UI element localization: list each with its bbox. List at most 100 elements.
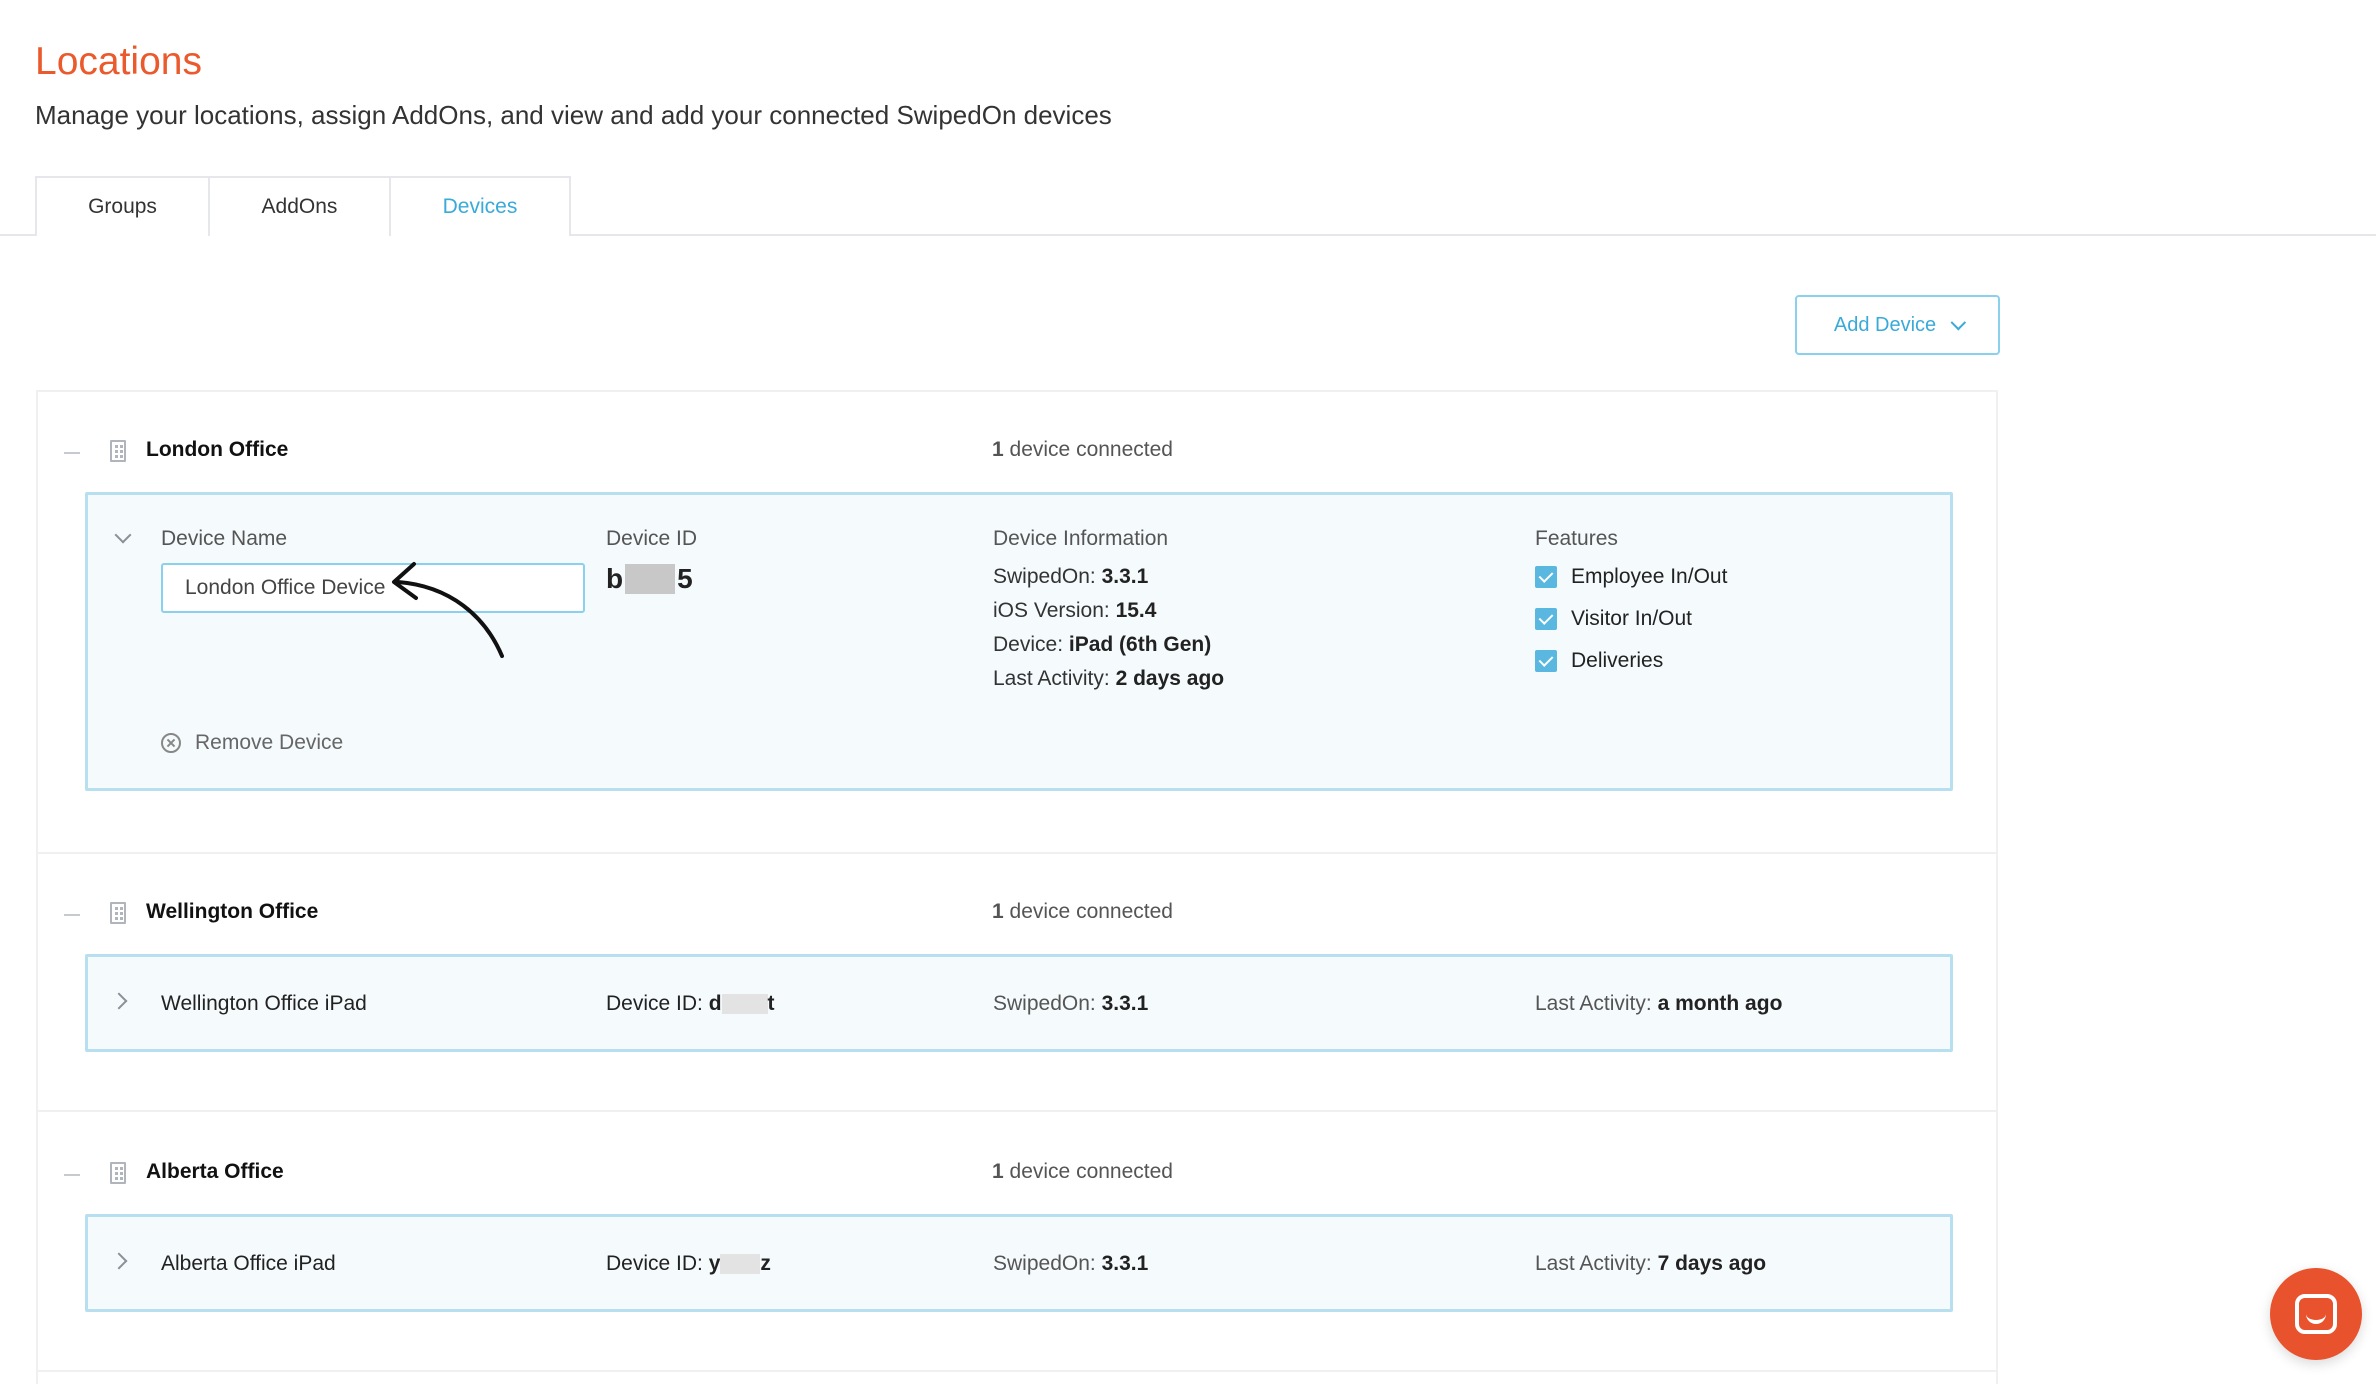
info-swipedon: SwipedOn: 3.3.1 [993, 565, 1148, 589]
info-value: iPad (6th Gen) [1068, 633, 1212, 656]
info-label: Device: [993, 633, 1064, 656]
device-id-label: Device ID: [606, 1252, 703, 1275]
device-count: 1 device connected [992, 1160, 1173, 1184]
device-count-number: 1 [992, 1160, 1004, 1183]
activity-value: 7 days ago [1657, 1252, 1767, 1275]
tab-groups-label: Groups [88, 195, 157, 218]
device-id-end: t [767, 992, 775, 1015]
tab-addons-label: AddOns [261, 195, 338, 218]
swipedon-label: SwipedOn: [993, 992, 1096, 1015]
device-name: Alberta Office iPad [161, 1252, 336, 1275]
collapse-group-button[interactable] [64, 452, 80, 454]
info-value: 2 days ago [1115, 667, 1225, 690]
device-id-start: d [708, 992, 722, 1015]
chevron-down-icon[interactable] [114, 526, 132, 544]
remove-device-label: Remove Device [195, 731, 344, 754]
building-icon [110, 1162, 126, 1184]
tab-devices[interactable]: Devices [389, 176, 571, 238]
redacted-block [721, 994, 768, 1015]
group-divider [38, 1370, 1996, 1372]
redacted-block [625, 564, 676, 594]
redacted-block [720, 1254, 761, 1275]
group-divider [38, 852, 1996, 854]
check-icon[interactable] [1535, 608, 1557, 630]
feature-deliveries-checkbox[interactable]: Deliveries [1535, 649, 1663, 673]
add-device-button[interactable]: Add Device [1795, 295, 2000, 355]
building-icon [110, 440, 126, 462]
check-icon[interactable] [1535, 566, 1557, 588]
check-icon[interactable] [1535, 650, 1557, 672]
chevron-right-icon[interactable] [110, 992, 128, 1010]
remove-device-button[interactable]: Remove Device [161, 731, 343, 755]
devices-panel: London Office 1 device connected Device … [36, 390, 1998, 1384]
feature-label: Visitor In/Out [1571, 607, 1692, 630]
tab-addons[interactable]: AddOns [208, 176, 391, 236]
device-card-collapsed[interactable]: Wellington Office iPad Device ID: d t Swi… [85, 954, 1953, 1052]
device-id: Device ID: y z [606, 1252, 771, 1276]
group-header-wellington: Wellington Office 1 device connected [64, 900, 1964, 930]
group-name: London Office [146, 438, 289, 461]
info-value: 3.3.1 [1101, 565, 1149, 588]
info-value: 15.4 [1115, 599, 1157, 622]
feature-label: Employee In/Out [1571, 565, 1728, 588]
collapse-group-button[interactable] [64, 1174, 80, 1176]
swipedon-value: 3.3.1 [1101, 992, 1149, 1015]
device-id-end: z [760, 1252, 771, 1275]
device-count: 1 device connected [992, 900, 1173, 924]
device-count: 1 device connected [992, 438, 1173, 462]
activity-value: a month ago [1657, 992, 1783, 1015]
chevron-right-icon[interactable] [110, 1252, 128, 1270]
activity-label: Last Activity: [1535, 1252, 1652, 1275]
last-activity: Last Activity: 7 days ago [1535, 1252, 1766, 1276]
chat-icon [2295, 1294, 2337, 1334]
info-last-activity: Last Activity: 2 days ago [993, 667, 1224, 691]
tab-groups[interactable]: Groups [35, 176, 210, 236]
info-label: SwipedOn: [993, 565, 1096, 588]
swipedon-value: 3.3.1 [1101, 1252, 1149, 1275]
device-info-label: Device Information [993, 527, 1169, 550]
group-divider [38, 1110, 1996, 1112]
tab-devices-label: Devices [442, 195, 518, 218]
device-id-start: y [708, 1252, 721, 1275]
feature-employee-checkbox[interactable]: Employee In/Out [1535, 565, 1727, 589]
group-name: Wellington Office [146, 900, 319, 923]
building-icon [110, 902, 126, 924]
device-name-label: Device Name [161, 527, 288, 550]
device-name: Wellington Office iPad [161, 992, 367, 1015]
swipedon-version: SwipedOn: 3.3.1 [993, 1252, 1148, 1276]
info-device: Device: iPad (6th Gen) [993, 633, 1211, 657]
last-activity: Last Activity: a month ago [1535, 992, 1782, 1016]
group-name: Alberta Office [146, 1160, 284, 1183]
group-header-london: London Office 1 device connected [64, 438, 1964, 468]
device-count-number: 1 [992, 900, 1004, 923]
features-label: Features [1535, 527, 1618, 550]
device-card-collapsed[interactable]: Alberta Office iPad Device ID: y z Swiped… [85, 1214, 1953, 1312]
group-header-alberta: Alberta Office 1 device connected [64, 1160, 1964, 1190]
page-subtitle: Manage your locations, assign AddOns, an… [35, 100, 1112, 130]
remove-circle-icon [161, 733, 181, 753]
swipedon-label: SwipedOn: [993, 1252, 1096, 1275]
activity-label: Last Activity: [1535, 992, 1652, 1015]
device-id-end: 5 [677, 563, 693, 594]
locations-page: Locations Manage your locations, assign … [0, 0, 2376, 1384]
device-id-start: b [606, 563, 624, 594]
device-id: Device ID: d t [606, 992, 775, 1016]
device-name-input[interactable] [161, 563, 585, 613]
chat-launcher-button[interactable] [2270, 1268, 2362, 1360]
device-count-text: device connected [1009, 438, 1173, 461]
device-id-label: Device ID: [606, 992, 703, 1015]
info-label: Last Activity: [993, 667, 1110, 690]
device-id-value: b 5 [606, 563, 693, 595]
feature-label: Deliveries [1571, 649, 1664, 672]
arrow-annotation [392, 562, 504, 658]
collapse-group-button[interactable] [64, 914, 80, 916]
device-count-text: device connected [1009, 1160, 1173, 1183]
info-label: iOS Version: [993, 599, 1110, 622]
device-card-expanded: Device Name Device ID b 5 Device Informa… [85, 492, 1953, 791]
feature-visitor-checkbox[interactable]: Visitor In/Out [1535, 607, 1692, 631]
chevron-down-icon [1950, 314, 1967, 330]
page-title: Locations [35, 40, 202, 83]
device-count-text: device connected [1009, 900, 1173, 923]
add-device-label: Add Device [1833, 313, 1937, 336]
swipedon-version: SwipedOn: 3.3.1 [993, 992, 1148, 1016]
